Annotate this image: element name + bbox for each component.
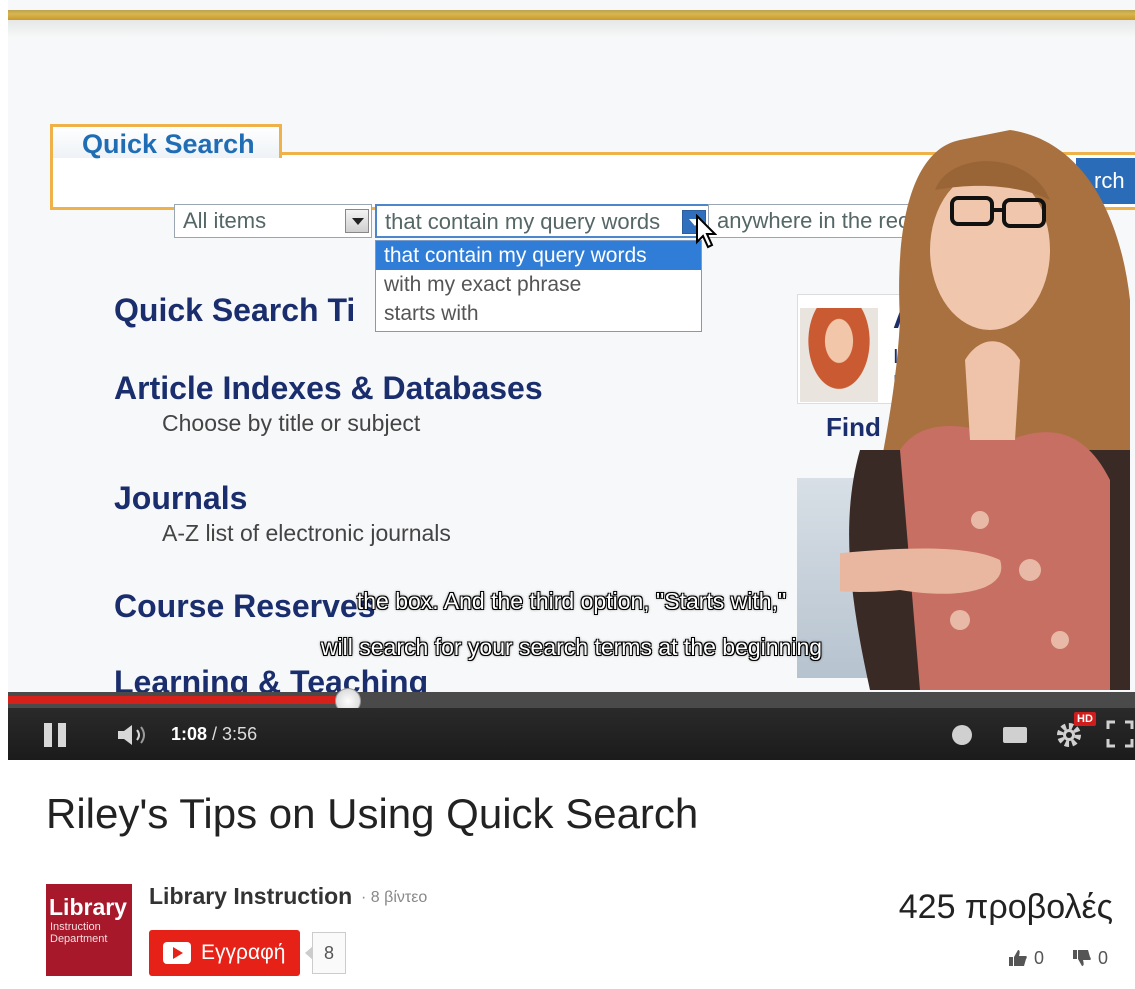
- section-title[interactable]: Quick Search Ti: [114, 292, 355, 329]
- site-header-bar: [8, 10, 1135, 20]
- volume-icon[interactable]: [116, 724, 152, 746]
- youtube-watch-page: Quick Search rch All items that contain …: [0, 0, 1135, 989]
- channel-name[interactable]: Library Instruction: [149, 883, 352, 910]
- player-controls: 1:08 / 3:56 HD: [8, 708, 1135, 760]
- section-title[interactable]: Article Indexes & Databases: [114, 370, 543, 407]
- youtube-play-icon: [163, 942, 191, 964]
- pause-icon[interactable]: [44, 723, 68, 747]
- avatar-text: Instruction: [50, 921, 101, 933]
- chevron-down-icon: [345, 209, 369, 233]
- match-select[interactable]: that contain my query words: [375, 204, 710, 238]
- channel-video-count[interactable]: · 8 βίντεο: [361, 889, 427, 907]
- progress-played: [8, 696, 349, 704]
- caption-line: the box. And the third option, "Starts w…: [356, 588, 787, 614]
- fullscreen-icon[interactable]: [1106, 720, 1134, 748]
- like-button[interactable]: 0: [1008, 948, 1044, 969]
- mouse-cursor-icon: [696, 214, 717, 249]
- captions-icon[interactable]: [1003, 727, 1027, 743]
- scope-select[interactable]: All items: [174, 204, 372, 238]
- dislike-button[interactable]: 0: [1072, 948, 1108, 969]
- section-subtitle: A-Z list of electronic journals: [162, 520, 451, 546]
- video-frame[interactable]: Quick Search rch All items that contain …: [8, 0, 1135, 760]
- progress-bar[interactable]: [8, 688, 1135, 714]
- thumbs-down-icon: [1073, 950, 1091, 966]
- dropdown-option[interactable]: starts with: [376, 299, 701, 328]
- caption-line: will search for your search terms at the…: [320, 634, 823, 660]
- subscriber-count: 8: [305, 932, 346, 974]
- time-display: 1:08 / 3:56: [171, 724, 257, 745]
- watch-later-icon[interactable]: [952, 725, 972, 745]
- hd-badge: HD: [1074, 712, 1096, 726]
- avatar-text: Library: [49, 894, 127, 920]
- scope-select-value: All items: [183, 208, 267, 233]
- subscribe-button[interactable]: Εγγραφή: [149, 930, 300, 976]
- channel-avatar[interactable]: Library Instruction Department: [46, 884, 132, 976]
- dislike-count: 0: [1098, 948, 1109, 968]
- view-count: 425 προβολές: [898, 888, 1113, 926]
- video-title: Riley's Tips on Using Quick Search: [46, 790, 699, 837]
- thumbs-up-icon: [1009, 950, 1027, 966]
- duration: / 3:56: [212, 724, 258, 744]
- dropdown-option[interactable]: that contain my query words: [376, 241, 701, 270]
- subscribe-label: Εγγραφή: [201, 941, 286, 964]
- like-count: 0: [1034, 948, 1045, 968]
- section-subtitle: Choose by title or subject: [162, 410, 421, 436]
- dropdown-option[interactable]: with my exact phrase: [376, 270, 701, 299]
- match-dropdown-list: that contain my query words with my exac…: [375, 240, 702, 332]
- current-time: 1:08: [171, 724, 208, 744]
- match-select-value: that contain my query words: [385, 209, 661, 234]
- section-title[interactable]: Journals: [114, 480, 247, 517]
- quick-search-tab-label: Quick Search: [82, 129, 255, 159]
- avatar-text: Department: [50, 933, 108, 945]
